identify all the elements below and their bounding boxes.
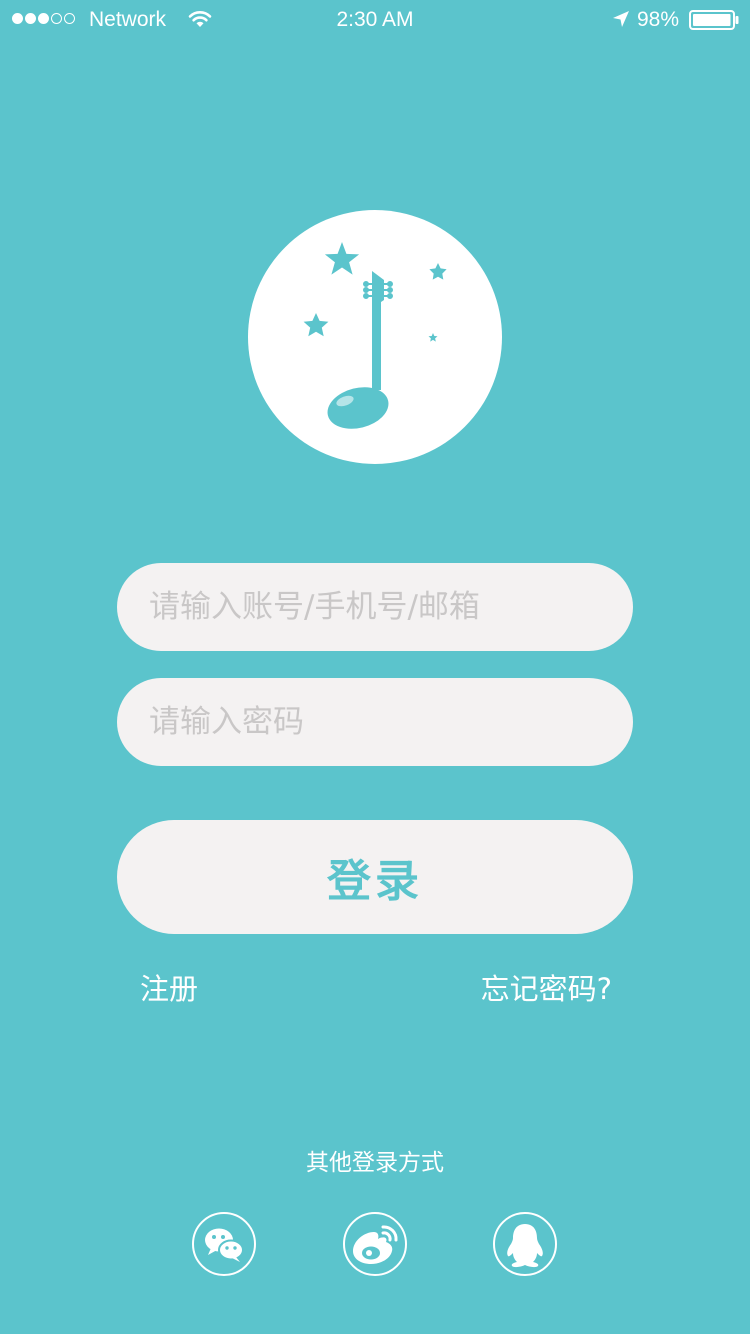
star-icon bbox=[303, 313, 329, 337]
qq-login-button[interactable] bbox=[493, 1212, 557, 1276]
other-login-title: 其他登录方式 bbox=[306, 1150, 444, 1176]
wechat-login-button[interactable] bbox=[192, 1212, 256, 1276]
wechat-icon bbox=[205, 1228, 244, 1262]
login-button[interactable]: 登录 bbox=[117, 820, 633, 934]
star-icon bbox=[429, 263, 447, 280]
login-screen: Network 2:30 AM 98% 请输入账号/手机号/邮箱 登录 注册 忘… bbox=[0, 0, 750, 1334]
location-arrow-icon bbox=[613, 11, 629, 27]
weibo-login-button[interactable] bbox=[343, 1212, 407, 1276]
music-note-guitar-icon bbox=[303, 242, 447, 429]
star-icon bbox=[428, 333, 438, 342]
register-link[interactable]: 注册 bbox=[140, 966, 198, 1008]
weibo-icon bbox=[353, 1225, 398, 1264]
account-input[interactable] bbox=[117, 563, 633, 651]
password-input[interactable] bbox=[117, 678, 633, 766]
status-bar: Network 2:30 AM 98% bbox=[0, 0, 750, 40]
app-logo bbox=[248, 210, 502, 464]
forgot-password-link[interactable]: 忘记密码? bbox=[481, 966, 612, 1008]
battery-percent: 98% bbox=[637, 8, 680, 31]
qq-icon bbox=[507, 1224, 543, 1268]
star-icon bbox=[324, 242, 360, 275]
battery-icon bbox=[689, 10, 739, 30]
